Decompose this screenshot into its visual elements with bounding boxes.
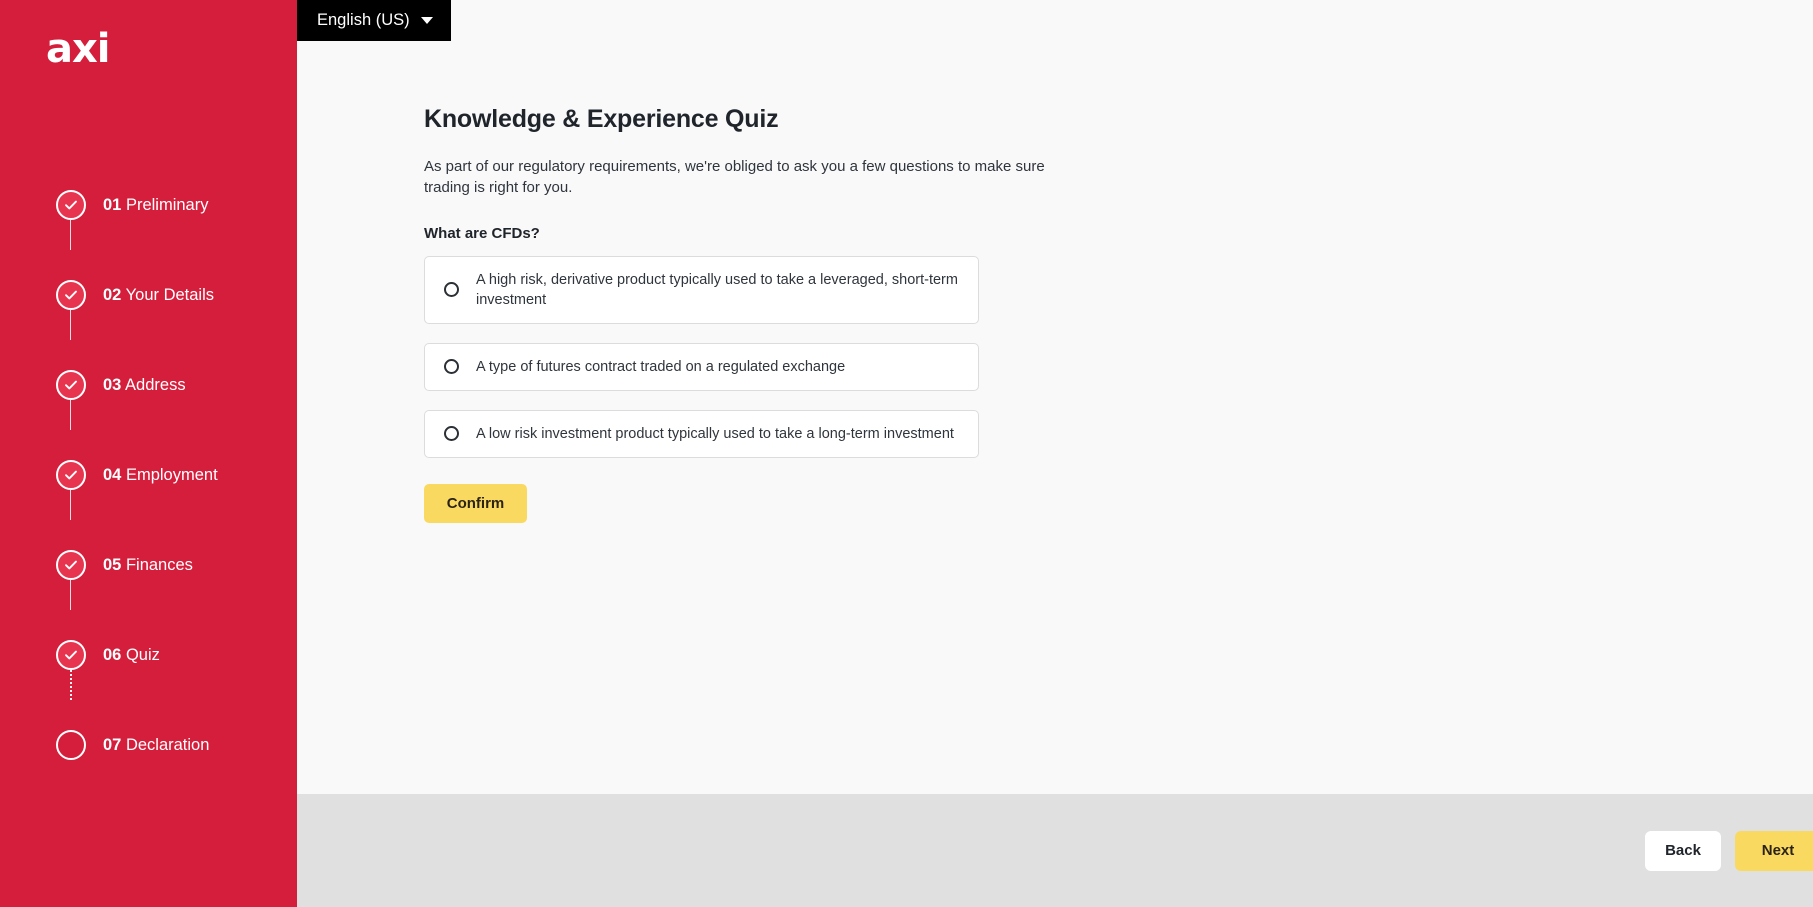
step-number: 02 — [103, 285, 122, 304]
step-complete-icon — [56, 640, 86, 670]
step-name: Declaration — [125, 735, 210, 754]
step-name: Finances — [125, 555, 193, 574]
question-text: What are CFDs? — [424, 224, 540, 242]
language-selector[interactable]: English (US) — [297, 0, 451, 41]
sidebar-item-address[interactable]: 03 Address — [0, 340, 297, 430]
sidebar-item-your-details[interactable]: 02 Your Details — [0, 250, 297, 340]
step-name: Your Details — [125, 285, 215, 304]
step-complete-icon — [56, 190, 86, 220]
back-button[interactable]: Back — [1645, 830, 1721, 871]
next-button[interactable]: Next — [1735, 830, 1813, 871]
step-complete-icon — [56, 280, 86, 310]
sidebar-item-label: 07 Declaration — [103, 736, 209, 755]
step-name: Quiz — [125, 645, 160, 664]
step-number: 06 — [103, 645, 122, 664]
radio-button-icon[interactable] — [444, 359, 459, 375]
step-name: Employment — [125, 465, 218, 484]
step-complete-icon — [56, 550, 86, 580]
footer-actions: Back Next — [297, 794, 1813, 907]
sidebar-item-label: 05 Finances — [103, 556, 193, 575]
sidebar-item-finances[interactable]: 05 Finances — [0, 520, 297, 610]
answer-options-group: A high risk, derivative product typicall… — [424, 255, 1813, 458]
sidebar-item-label: 04 Employment — [103, 466, 218, 485]
language-selector-label: English (US) — [317, 11, 410, 29]
step-number: 05 — [103, 555, 122, 574]
step-progress-nav: 01 Preliminary 02 Your Details 03 Addres… — [0, 160, 297, 790]
sidebar: axi 01 Preliminary 02 Your Details 03 Ad… — [0, 0, 297, 907]
step-name: Preliminary — [125, 195, 209, 214]
answer-option[interactable]: A high risk, derivative product typicall… — [424, 255, 979, 324]
answer-option[interactable]: A type of futures contract traded on a r… — [424, 342, 979, 391]
sidebar-item-employment[interactable]: 04 Employment — [0, 430, 297, 520]
sidebar-item-label: 01 Preliminary — [103, 196, 208, 215]
page-title: Knowledge & Experience Quiz — [424, 105, 779, 133]
step-pending-icon — [56, 730, 86, 760]
step-number: 01 — [103, 195, 122, 214]
answer-option-label: A high risk, derivative product typicall… — [476, 271, 958, 308]
answer-option-label: A type of futures contract traded on a r… — [476, 358, 846, 375]
step-number: 04 — [103, 465, 122, 484]
answer-option-label: A low risk investment product typically … — [476, 425, 954, 442]
confirm-button[interactable]: Confirm — [424, 483, 527, 523]
answer-option[interactable]: A low risk investment product typically … — [424, 409, 979, 458]
axi-logo: axi — [46, 26, 111, 72]
sidebar-item-label: 03 Address — [103, 376, 186, 395]
step-name: Address — [125, 375, 186, 394]
chevron-down-icon — [420, 17, 433, 24]
sidebar-item-label: 06 Quiz — [103, 646, 160, 665]
step-number: 03 — [103, 375, 122, 394]
sidebar-item-declaration[interactable]: 07 Declaration — [0, 700, 297, 790]
sidebar-item-preliminary[interactable]: 01 Preliminary — [0, 160, 297, 250]
quiz-content: Knowledge & Experience Quiz As part of o… — [297, 0, 1813, 794]
quiz-description: As part of our regulatory requirements, … — [424, 158, 1045, 197]
radio-button-icon[interactable] — [444, 426, 459, 442]
step-complete-icon — [56, 370, 86, 400]
step-number: 07 — [103, 735, 122, 754]
step-complete-icon — [56, 460, 86, 490]
sidebar-item-label: 02 Your Details — [103, 286, 214, 305]
radio-button-icon[interactable] — [444, 282, 459, 298]
sidebar-item-quiz[interactable]: 06 Quiz — [0, 610, 297, 700]
main-pane: English (US) Knowledge & Experience Quiz… — [297, 0, 1813, 907]
